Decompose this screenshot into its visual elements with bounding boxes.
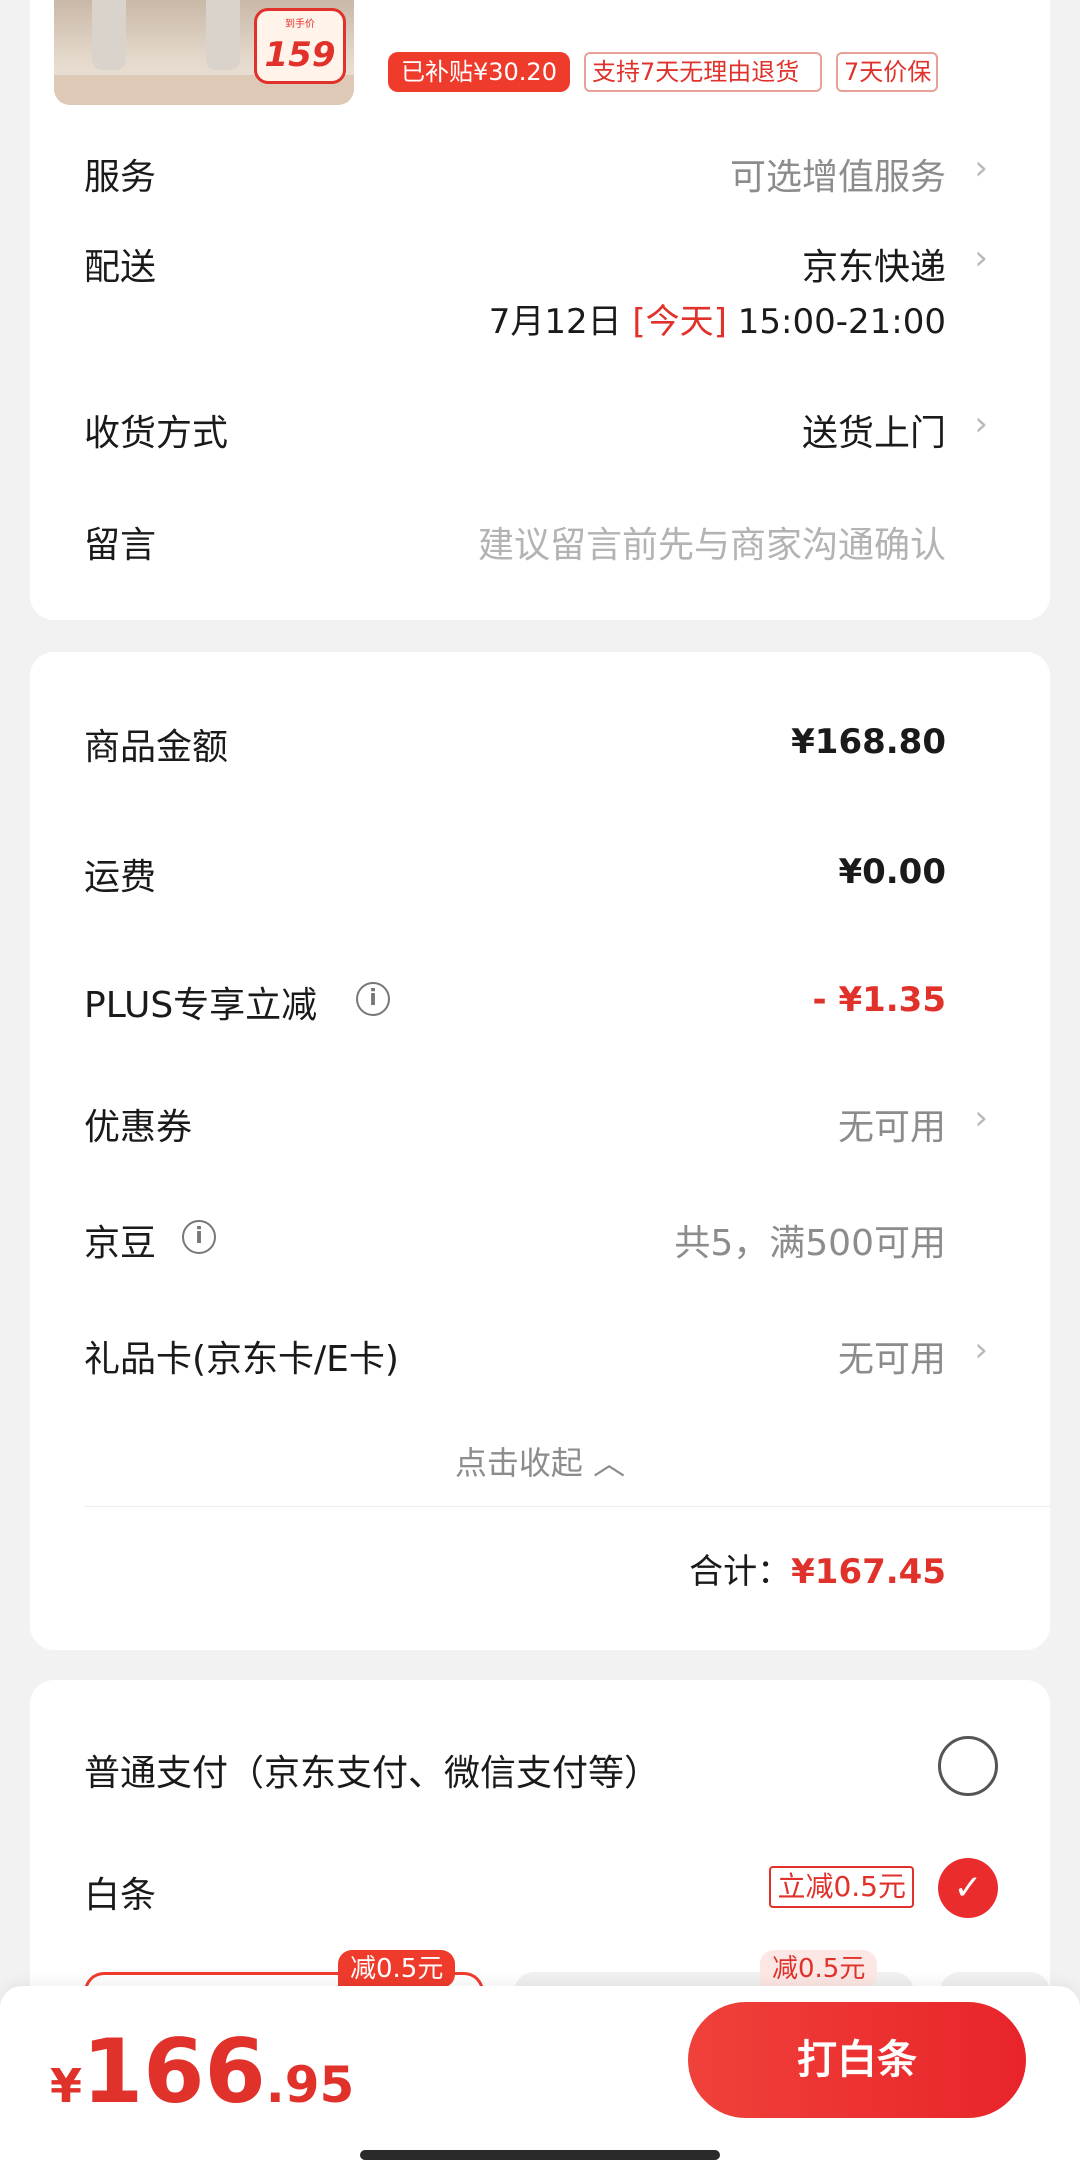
coupon-value[interactable]: 无可用: [838, 1098, 946, 1150]
total-value: ¥167.45: [791, 1552, 946, 1592]
receive-method-value[interactable]: 送货上门: [802, 404, 946, 456]
chevron-right-icon[interactable]: ›: [974, 404, 988, 444]
coupon-label: 优惠券: [84, 1107, 193, 1148]
message-input[interactable]: 建议留言前先与商家沟通确认: [478, 516, 946, 568]
delivery-timeslot: 15:00-21:00: [737, 302, 946, 342]
giftcard-label: 礼品卡(京东卡/E卡): [84, 1339, 399, 1380]
price-sticker-value: 159: [264, 35, 336, 75]
service-value[interactable]: 可选增值服务: [730, 148, 946, 200]
chevron-right-icon[interactable]: ›: [974, 238, 988, 278]
product-price-sticker: 到手价 159: [254, 8, 346, 84]
home-indicator[interactable]: [360, 2150, 720, 2160]
receive-method-label: 收货方式: [84, 413, 229, 454]
info-icon[interactable]: i: [182, 1220, 216, 1254]
return-policy-badge: 支持7天无理由退货: [584, 52, 822, 92]
price-sticker-caption: 到手价: [285, 19, 315, 30]
currency-symbol: ¥: [50, 2059, 83, 2113]
baitiao-label[interactable]: 白条: [84, 1866, 156, 1918]
payable-amount: ¥166.95: [50, 2020, 354, 2123]
service-label: 服务: [84, 157, 157, 198]
delivery-time[interactable]: 7月12日 [今天] 15:00-21:00: [489, 294, 946, 343]
price-protect-badge: 7天价保: [836, 52, 938, 92]
price-summary-card: [30, 652, 1050, 1650]
total-label: 合计：: [689, 1552, 792, 1592]
message-label: 留言: [84, 525, 157, 566]
chevron-right-icon[interactable]: ›: [974, 148, 988, 188]
subsidy-badge: 已补贴¥30.20: [388, 52, 570, 92]
pay-baitiao-button[interactable]: 打白条: [688, 2002, 1026, 2118]
jingdou-value: 共5，满500可用: [674, 1223, 946, 1264]
installment-discount-badge: 减0.5元: [338, 1950, 456, 1988]
goods-amount-label: 商品金额: [84, 727, 229, 768]
delivery-date: 7月12日: [488, 302, 622, 342]
chevron-right-icon[interactable]: ›: [974, 1330, 988, 1370]
product-thumbnail[interactable]: 到手价 159: [54, 0, 354, 105]
total-row: 合计：¥167.45: [689, 1544, 946, 1593]
chevron-right-icon[interactable]: ›: [974, 1098, 988, 1138]
stool-leg-image: [206, 0, 240, 70]
divider: [84, 1506, 1050, 1507]
installment-discount-badge: 减0.5元: [760, 1950, 878, 1988]
normal-pay-label[interactable]: 普通支付（京东支付、微信支付等）: [84, 1744, 660, 1796]
checkout-page: 到手价 159 已补贴¥30.20 支持7天无理由退货 7天价保 服务 可选增值…: [0, 0, 1080, 2182]
info-icon[interactable]: i: [356, 982, 390, 1016]
delivery-today-badge: [今天]: [632, 302, 727, 342]
normal-pay-radio[interactable]: [938, 1736, 998, 1796]
plus-discount-label: PLUS专享立减: [84, 985, 318, 1026]
amount-decimal: .95: [265, 2056, 355, 2114]
collapse-toggle[interactable]: 点击收起 ︿: [0, 1438, 1080, 1484]
stool-leg-image: [92, 0, 126, 70]
check-icon[interactable]: ✓: [938, 1858, 998, 1918]
freight-label: 运费: [84, 857, 157, 898]
jingdou-label: 京豆: [84, 1223, 157, 1264]
goods-amount-value: ¥168.80: [791, 722, 946, 762]
baitiao-promo-badge: 立减0.5元: [769, 1866, 914, 1908]
freight-value: ¥0.00: [838, 852, 946, 892]
giftcard-value[interactable]: 无可用: [838, 1330, 946, 1382]
amount-integer: 166: [82, 2020, 266, 2123]
delivery-value[interactable]: 京东快递: [802, 238, 946, 290]
delivery-label: 配送: [84, 247, 157, 288]
plus-discount-value: - ¥1.35: [812, 980, 947, 1020]
